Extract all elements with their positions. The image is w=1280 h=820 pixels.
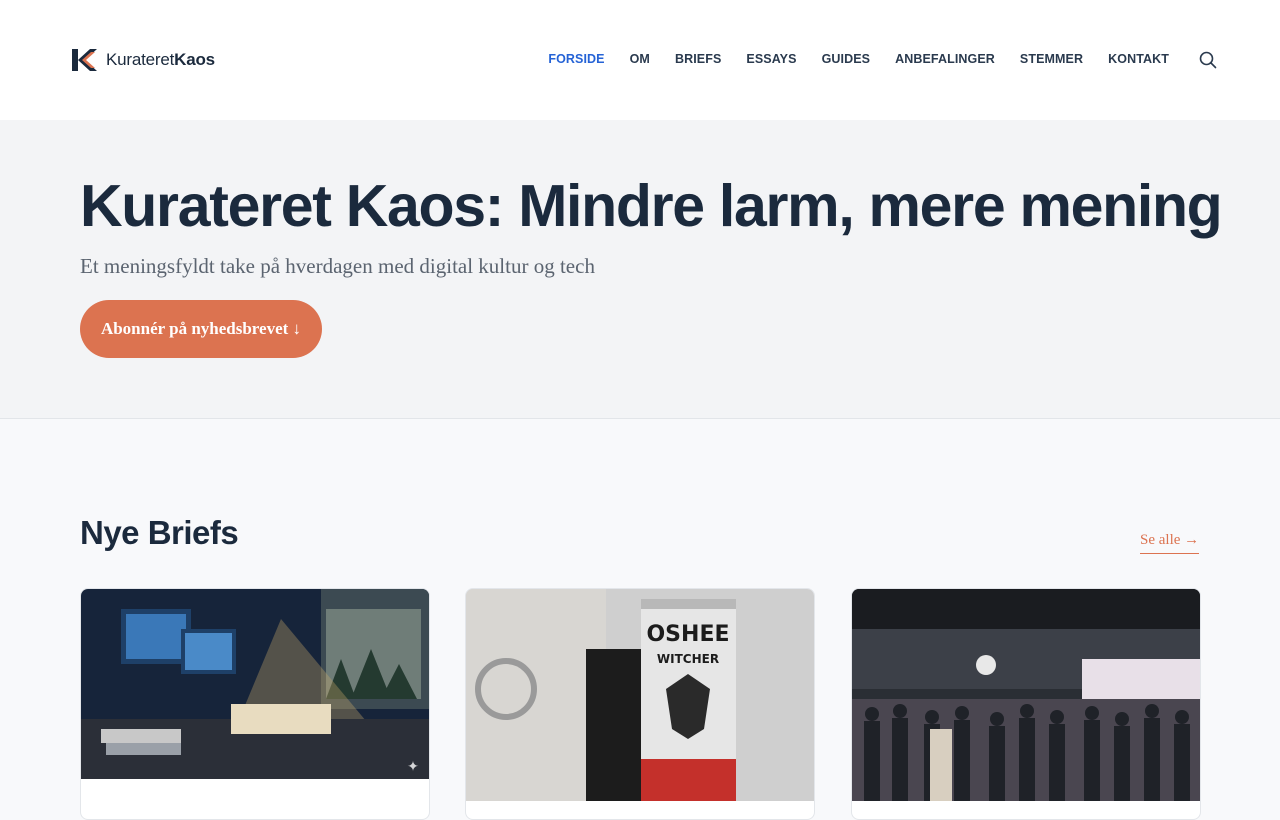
nav-essays[interactable]: ESSAYS (746, 52, 796, 66)
expo-crowd-image (852, 589, 1200, 801)
hero-title: Kurateret Kaos: Mindre larm, mere mening (80, 173, 1223, 239)
site-logo[interactable]: KurateretKaos (70, 46, 215, 74)
brief-card[interactable]: ✦ (80, 588, 430, 820)
nav-kontakt[interactable]: KONTAKT (1108, 52, 1169, 66)
nav-forside[interactable]: FORSIDE (548, 52, 604, 66)
energy-drink-can-image: OSHEE WITCHER (466, 589, 814, 801)
svg-text:OSHEE: OSHEE (646, 622, 729, 647)
nav-briefs[interactable]: BRIEFS (675, 52, 721, 66)
logo-text: KurateretKaos (106, 50, 215, 69)
desk-workspace-image: ✦ (81, 589, 429, 779)
section-title: Nye Briefs (80, 514, 239, 551)
main-nav: FORSIDE OM BRIEFS ESSAYS GUIDES ANBEFALI… (523, 52, 1169, 66)
nav-anbefalinger[interactable]: ANBEFALINGER (895, 52, 995, 66)
svg-text:✦: ✦ (407, 758, 419, 774)
logo-k-icon (72, 49, 97, 71)
nav-guides[interactable]: GUIDES (822, 52, 871, 66)
svg-text:WITCHER: WITCHER (657, 652, 719, 666)
nav-om[interactable]: OM (630, 52, 650, 66)
search-icon[interactable] (1199, 51, 1217, 69)
brief-card[interactable] (851, 588, 1201, 820)
see-all-link[interactable]: Se alle → (1140, 532, 1200, 554)
subscribe-button[interactable]: Abonnér på nyhedsbrevet ↓ (80, 300, 322, 358)
hero-subtitle: Et meningsfyldt take på hverdagen med di… (80, 254, 595, 278)
brief-card[interactable]: OSHEE WITCHER (465, 588, 815, 820)
hero-section: Kurateret Kaos: Mindre larm, mere mening… (0, 120, 1280, 419)
nav-stemmer[interactable]: STEMMER (1020, 52, 1083, 66)
site-header: KurateretKaos FORSIDE OM BRIEFS ESSAYS G… (0, 0, 1280, 120)
